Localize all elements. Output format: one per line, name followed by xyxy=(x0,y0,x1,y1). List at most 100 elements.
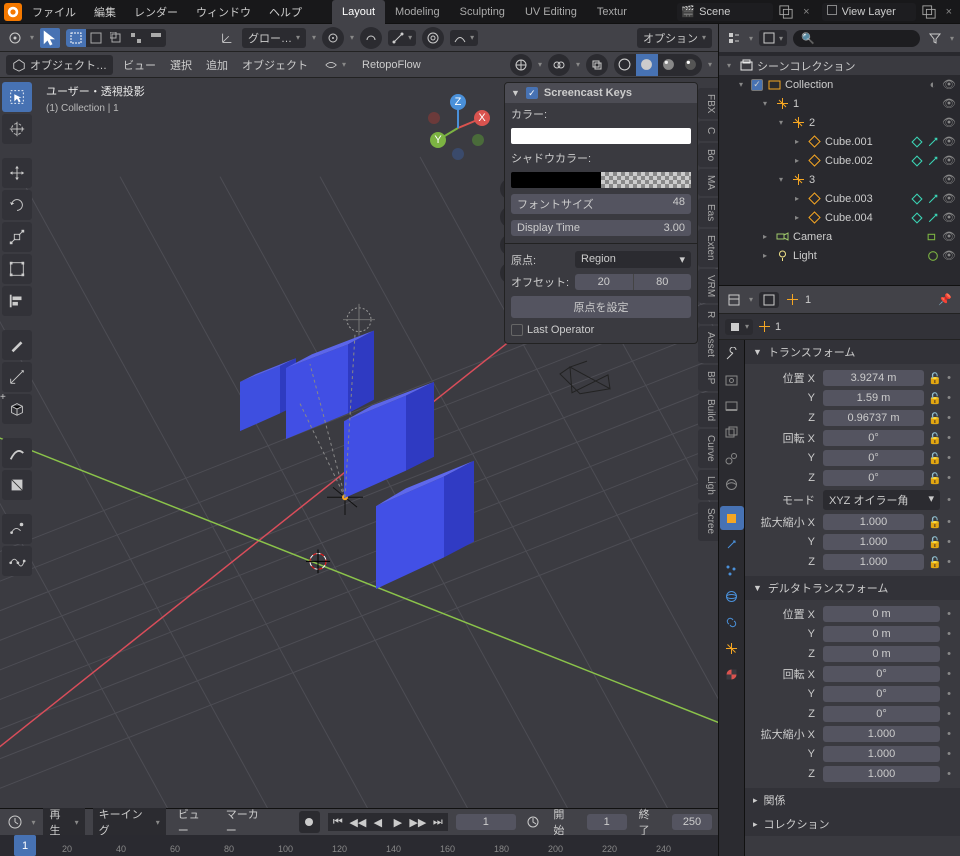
blender-logo-icon[interactable] xyxy=(4,3,22,21)
properties-body[interactable]: ▼トランスフォーム 位置 X3.9274 m🔓• Y1.59 m🔓• Z0.96… xyxy=(745,340,960,856)
tool-misc3[interactable] xyxy=(2,514,32,544)
cursor-tool-icon[interactable] xyxy=(40,28,60,48)
keyframe-dot-icon[interactable]: • xyxy=(944,536,954,549)
section-delta[interactable]: ▼デルタトランスフォーム xyxy=(745,576,960,600)
visible-icon[interactable]: 👁 xyxy=(942,249,956,262)
keyframe-dot-icon[interactable]: • xyxy=(944,728,954,740)
tree-light[interactable]: ▸ Light 👁 xyxy=(719,246,960,265)
tool-select-box[interactable] xyxy=(2,82,32,112)
outliner-tree[interactable]: ▾ シーンコレクション ▾ ✓ Collection ◐👁 xyxy=(719,52,960,285)
workspace-sculpting[interactable]: Sculpting xyxy=(450,0,515,24)
workspace-layout[interactable]: Layout xyxy=(332,0,385,24)
shade-wireframe-icon[interactable] xyxy=(614,54,636,76)
lock-icon[interactable]: 🔓 xyxy=(928,412,942,425)
color-swatch[interactable] xyxy=(511,128,691,144)
select-box-icon[interactable] xyxy=(66,29,86,47)
scale-y-field[interactable]: 1.000 xyxy=(823,534,924,550)
visible-icon[interactable]: 👁 xyxy=(942,135,956,148)
end-frame-field[interactable]: 250 xyxy=(672,814,712,830)
origin-dropdown[interactable]: Region▾ xyxy=(575,251,691,268)
workspace-texture[interactable]: Textur xyxy=(587,0,637,24)
keyframe-dot-icon[interactable]: • xyxy=(944,608,954,620)
tri-icon[interactable]: ▸ xyxy=(759,232,771,241)
props-editor-icon[interactable] xyxy=(725,291,743,309)
keyframe-dot-icon[interactable]: • xyxy=(944,628,954,640)
ntab-0[interactable]: FBX xyxy=(698,88,718,119)
dloc-y-field[interactable]: 0 m xyxy=(823,626,940,642)
ptab-data[interactable] xyxy=(720,636,744,660)
outliner-editor-icon[interactable] xyxy=(725,29,743,47)
workspace-uv[interactable]: UV Editing xyxy=(515,0,587,24)
rot-z-field[interactable]: 0° xyxy=(823,470,924,486)
ptab-render[interactable] xyxy=(720,368,744,392)
shade-solid-icon[interactable] xyxy=(636,54,658,76)
dloc-z-field[interactable]: 0 m xyxy=(823,646,940,662)
tree-cube004[interactable]: ▸ Cube.004 👁 xyxy=(719,208,960,227)
visible-icon[interactable]: 👁 xyxy=(942,173,956,186)
viewlayer-selector[interactable] xyxy=(822,3,916,21)
tri-icon[interactable]: ▸ xyxy=(759,251,771,260)
lock-icon[interactable]: 🔓 xyxy=(928,536,942,549)
ptab-particle[interactable] xyxy=(720,558,744,582)
set-origin-button[interactable]: 原点を設定 xyxy=(511,296,691,318)
transform-glow-dropdown[interactable]: グロー…▾ xyxy=(242,28,306,48)
tl-view-menu[interactable]: ビュー xyxy=(174,806,214,838)
ntab-13[interactable]: Scree xyxy=(698,502,718,540)
scene-name-input[interactable] xyxy=(699,6,769,18)
pivot-icon[interactable] xyxy=(322,27,344,49)
dscale-x-field[interactable]: 1.000 xyxy=(823,726,940,742)
jump-end-icon[interactable]: ⏭ xyxy=(428,813,448,831)
tool-add-cube[interactable]: + xyxy=(2,394,32,424)
filter-chev-icon[interactable]: ▾ xyxy=(950,34,954,43)
overlay-chev-icon[interactable]: ▾ xyxy=(576,60,580,69)
lock-icon[interactable]: 🔓 xyxy=(928,452,942,465)
nav-gizmo[interactable]: X Y Z xyxy=(418,88,498,168)
current-frame-field[interactable]: 1 xyxy=(456,814,516,830)
section-relations[interactable]: ▸関係 xyxy=(745,788,960,812)
lock-icon[interactable]: 🔓 xyxy=(928,472,942,485)
frame-range-icon[interactable] xyxy=(524,813,541,831)
viewlayer-new-icon[interactable] xyxy=(920,3,938,21)
tl-editor-chev-icon[interactable]: ▾ xyxy=(31,818,35,827)
tree-cube002[interactable]: ▸ Cube.002 👁 xyxy=(719,151,960,170)
prev-key-icon[interactable]: ◀◀ xyxy=(348,813,368,831)
font-size-field[interactable]: フォントサイズ48 xyxy=(511,194,691,214)
editor-type-icon[interactable] xyxy=(6,29,24,47)
dloc-x-field[interactable]: 0 m xyxy=(823,606,940,622)
mode-dropdown[interactable]: オブジェクト… xyxy=(6,55,113,75)
keyframe-dot-icon[interactable]: • xyxy=(944,452,954,465)
rot-y-field[interactable]: 0° xyxy=(823,450,924,466)
select-misc1-icon[interactable] xyxy=(126,29,146,47)
shading-chev-icon[interactable]: ▾ xyxy=(708,60,712,69)
keyframe-dot-icon[interactable]: • xyxy=(944,494,954,506)
keyframe-dot-icon[interactable]: • xyxy=(944,372,954,385)
keyframe-dot-icon[interactable]: • xyxy=(944,556,954,569)
props-editor-chev-icon[interactable]: ▾ xyxy=(749,295,753,304)
tri-icon[interactable]: ▸ xyxy=(791,213,803,222)
ntab-5[interactable]: Exten xyxy=(698,229,718,267)
tri-icon[interactable]: ▸ xyxy=(791,137,803,146)
filter-icon[interactable] xyxy=(926,29,944,47)
tree-camera[interactable]: ▸ Camera 👁 xyxy=(719,227,960,246)
select-circle-icon[interactable] xyxy=(106,29,126,47)
lock-icon[interactable]: 🔓 xyxy=(928,372,942,385)
offset-y-field[interactable]: 80 xyxy=(633,274,692,290)
tri-icon[interactable]: ▾ xyxy=(775,118,787,127)
tool-cursor[interactable] xyxy=(2,114,32,144)
ptab-viewlayer[interactable] xyxy=(720,420,744,444)
shadow-swatch[interactable] xyxy=(511,172,691,188)
orientation-chevron-icon[interactable]: ▾ xyxy=(312,33,316,42)
snap-target-dropdown[interactable]: ▾ xyxy=(388,30,416,46)
tree-empty-3[interactable]: ▾ 3 👁 xyxy=(719,170,960,189)
tri-icon[interactable]: ▾ xyxy=(775,175,787,184)
snap-icon[interactable] xyxy=(360,27,382,49)
tri-icon[interactable]: ▸ xyxy=(791,194,803,203)
tool-misc2[interactable] xyxy=(2,470,32,500)
datablock-dropdown[interactable]: ▾ xyxy=(725,319,753,335)
keyframe-dot-icon[interactable]: • xyxy=(944,392,954,405)
visible-icon[interactable]: 👁 xyxy=(942,97,956,110)
menu-edit[interactable]: 編集 xyxy=(86,2,124,22)
tri-icon[interactable]: ▾ xyxy=(723,61,735,70)
pivot-chev-icon[interactable]: ▾ xyxy=(350,33,354,42)
select-lasso-icon[interactable] xyxy=(86,29,106,47)
